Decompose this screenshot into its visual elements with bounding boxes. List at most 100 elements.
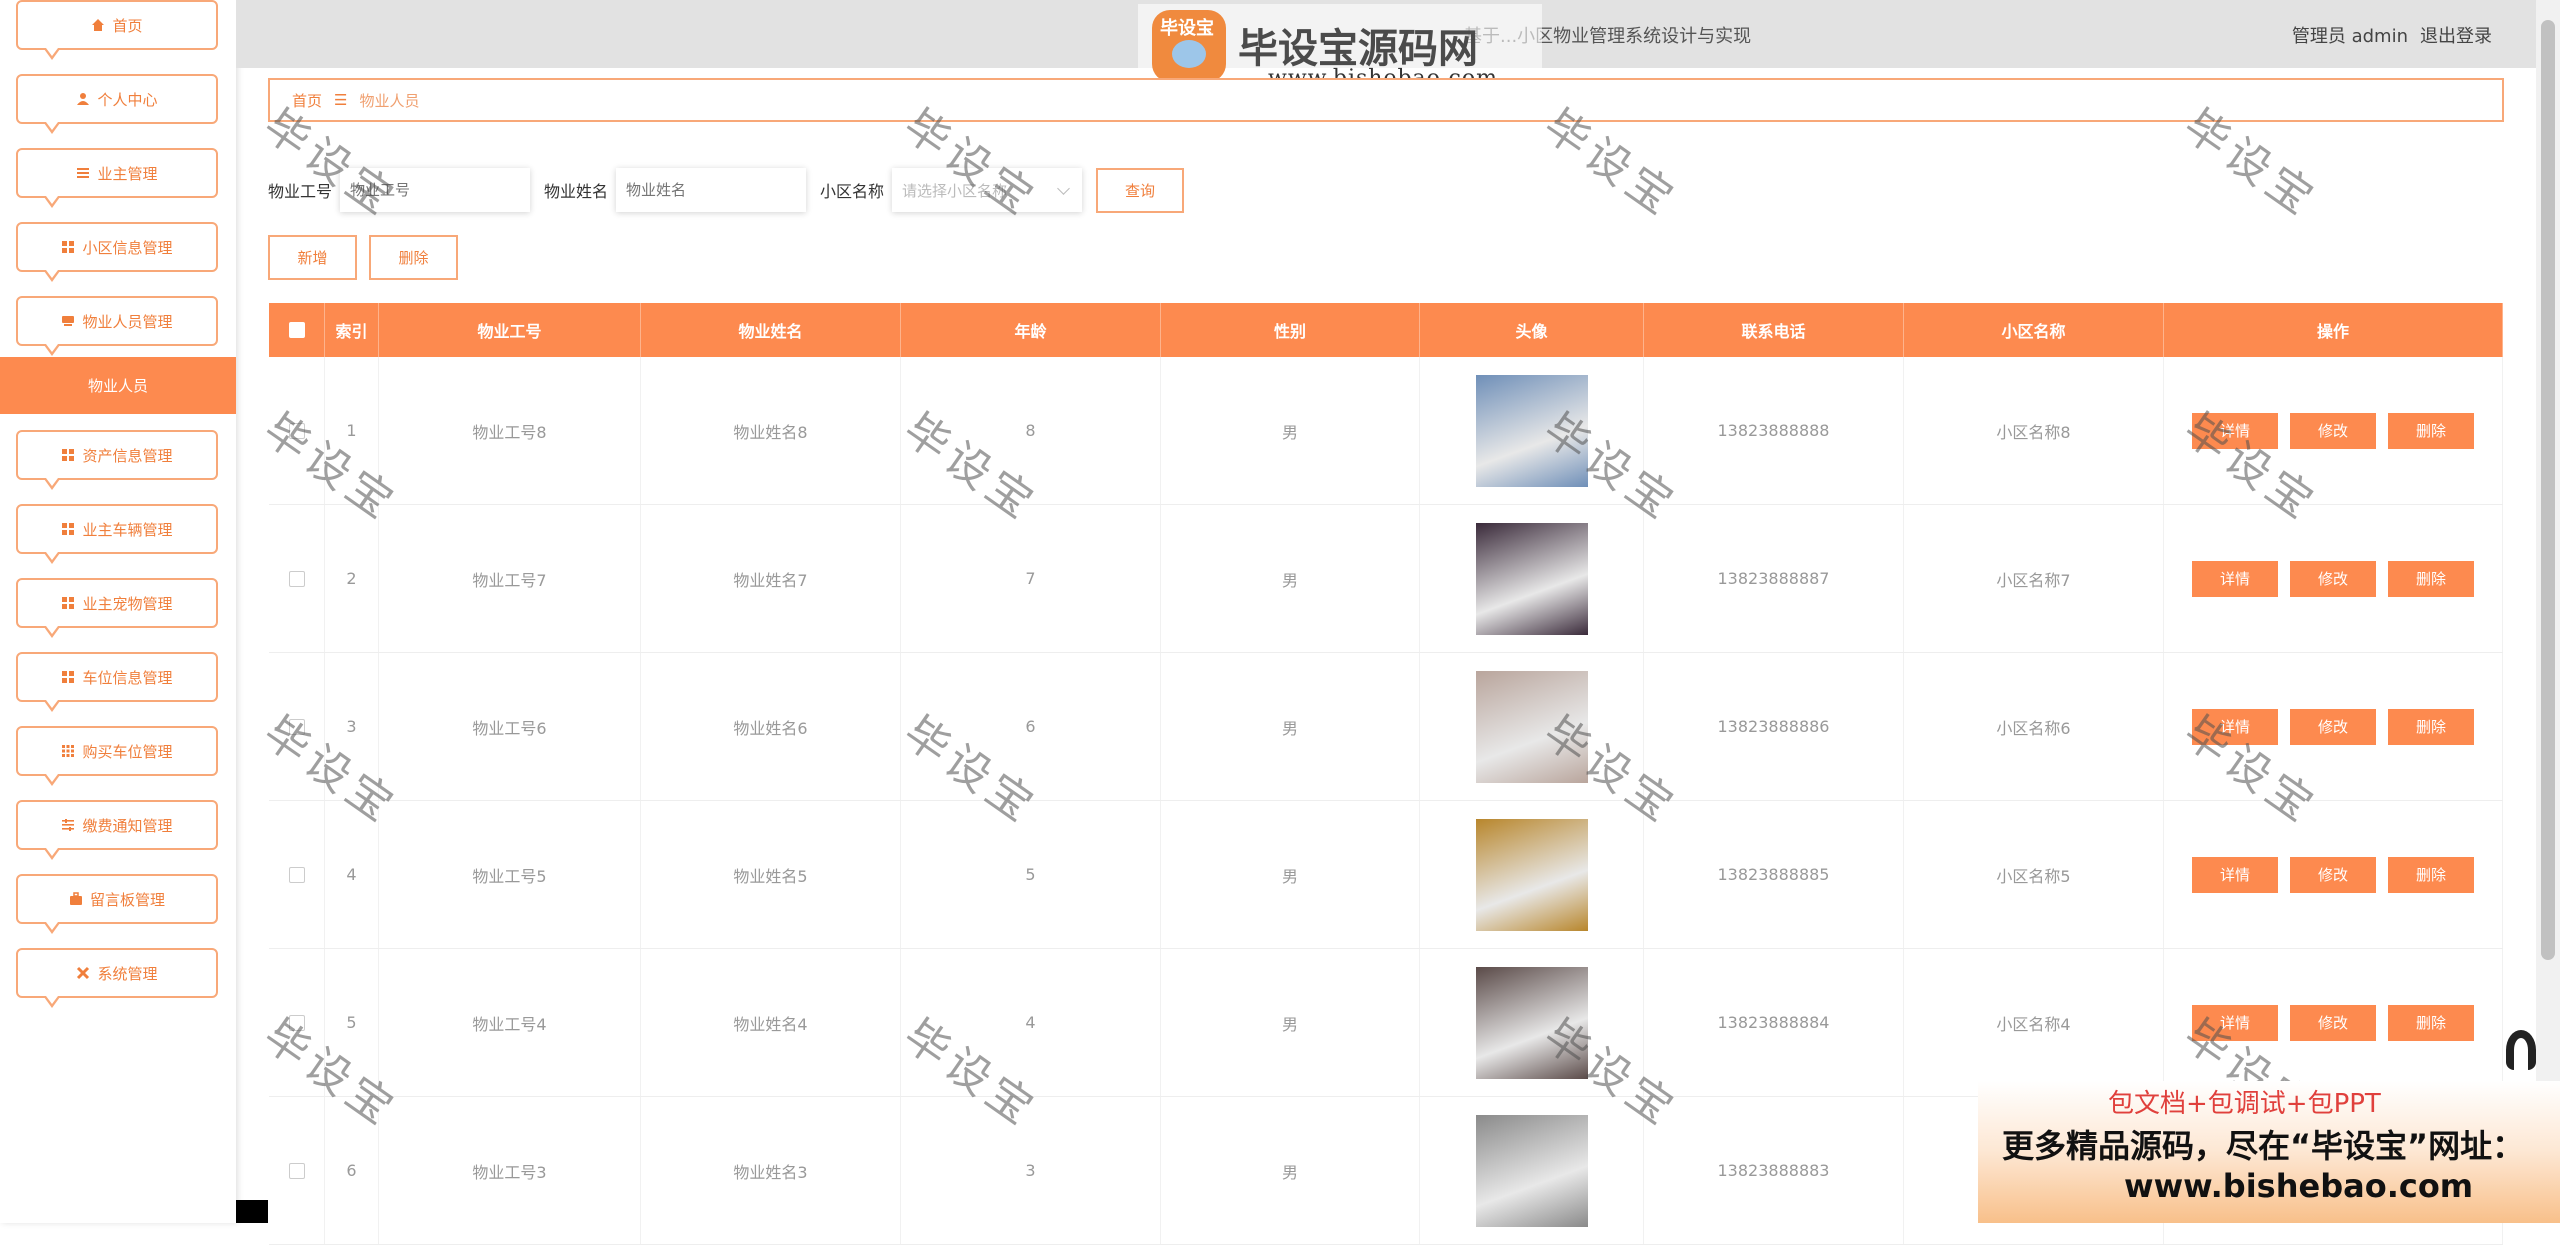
sidebar-item-0[interactable]: 首页 (16, 0, 218, 60)
cell-age: 7 (901, 505, 1161, 652)
edit-button[interactable]: 修改 (2290, 708, 2376, 745)
detail-button[interactable]: 详情 (2192, 708, 2278, 745)
query-button[interactable]: 查询 (1096, 167, 1185, 213)
sidebar-item-label: 物业人员管理 (82, 312, 173, 331)
sidebar-item-7[interactable]: 业主宠物管理 (16, 578, 218, 638)
area-name-label: 小区名称 (820, 182, 885, 201)
cell-ops: 详情修改删除 (2164, 801, 2503, 948)
sidebar-item-2[interactable]: 业主管理 (16, 148, 218, 208)
cell-name: 物业姓名3 (641, 1097, 901, 1244)
row-select-cell (269, 1097, 325, 1244)
sliders-icon (61, 818, 75, 832)
edit-button[interactable]: 修改 (2290, 412, 2376, 449)
table-row: 3 物业工号6 物业姓名6 6 男 13823888886 小区名称6 详情 修改 删除 (269, 653, 2503, 801)
cell-ops: 详情修改删除 (2164, 949, 2503, 1096)
row-checkbox[interactable] (288, 718, 305, 735)
column-header: 年龄 (901, 303, 1161, 357)
scrollbar-thumb[interactable] (2541, 20, 2555, 960)
row-checkbox[interactable] (288, 866, 305, 883)
sidebar-item-9[interactable]: 购买车位管理 (16, 726, 218, 786)
logout-link[interactable]: 退出登录 (2420, 26, 2492, 47)
detail-button[interactable]: 详情 (2192, 560, 2278, 597)
column-header: 操作 (2164, 303, 2503, 357)
sidebar-item-12[interactable]: 系统管理 (16, 948, 218, 1008)
sidebar-item-8[interactable]: 车位信息管理 (16, 652, 218, 712)
bulk-delete-button[interactable]: 删除 (369, 235, 458, 280)
sidebar-item-label: 首页 (112, 16, 143, 35)
cell-index: 2 (325, 505, 379, 652)
detail-button[interactable]: 详情 (2192, 856, 2278, 893)
cell-id: 物业工号8 (379, 357, 641, 504)
sidebar-item-label: 缴费通知管理 (82, 816, 173, 835)
sidebar-item-3[interactable]: 小区信息管理 (16, 222, 218, 282)
column-header: 索引 (325, 303, 379, 357)
action-bar: 新增 删除 (268, 235, 470, 280)
delete-button[interactable]: 删除 (2388, 560, 2474, 597)
sidebar-item-label: 业主管理 (97, 164, 158, 183)
cell-id: 物业工号5 (379, 801, 641, 948)
edit-button[interactable]: 修改 (2290, 560, 2376, 597)
cell-name: 物业姓名5 (641, 801, 901, 948)
row-checkbox[interactable] (288, 1162, 305, 1179)
cell-gender: 男 (1161, 653, 1420, 800)
cell-name: 物业姓名8 (641, 357, 901, 504)
breadcrumb: 首页 ☰ 物业人员 (268, 78, 2504, 122)
area-name-select[interactable]: 请选择小区名称 (892, 168, 1083, 212)
delete-button[interactable]: 删除 (2388, 856, 2474, 893)
staff-id-input[interactable] (340, 168, 531, 212)
edit-button[interactable]: 修改 (2290, 856, 2376, 893)
row-checkbox[interactable] (288, 570, 305, 587)
cell-avatar (1420, 505, 1644, 652)
cell-area: 小区名称4 (1904, 949, 2164, 1096)
cell-gender: 男 (1161, 801, 1420, 948)
page-scrollbar[interactable] (2536, 0, 2560, 1223)
table-row: 1 物业工号8 物业姓名8 8 男 13823888888 小区名称8 详情 修改 删除 (269, 357, 2503, 505)
avatar (1475, 1114, 1588, 1227)
column-header: 性别 (1161, 303, 1420, 357)
sidebar-item-10[interactable]: 缴费通知管理 (16, 800, 218, 860)
avatar (1475, 966, 1588, 1079)
row-select-cell (269, 653, 325, 800)
add-button[interactable]: 新增 (268, 235, 357, 280)
sidebar-item-1[interactable]: 个人中心 (16, 74, 218, 134)
delete-button[interactable]: 删除 (2388, 708, 2474, 745)
cell-area: 小区名称6 (1904, 653, 2164, 800)
edit-button[interactable]: 修改 (2290, 1004, 2376, 1041)
staff-id-label: 物业工号 (268, 182, 333, 201)
grid-icon (61, 596, 75, 610)
sidebar-item-4[interactable]: 物业人员管理 (16, 296, 218, 356)
cell-phone: 13823888885 (1644, 801, 1904, 948)
cell-ops: 详情修改删除 (2164, 505, 2503, 652)
delete-button[interactable]: 删除 (2388, 412, 2474, 449)
sidebar: 首页个人中心业主管理小区信息管理物业人员管理资产信息管理 业主车辆管理 业主宠物管理… (0, 0, 236, 1223)
avatar (1475, 818, 1588, 931)
select-all-checkbox[interactable] (288, 322, 305, 338)
cell-index: 4 (325, 801, 379, 948)
row-checkbox[interactable] (288, 422, 305, 439)
cell-index: 5 (325, 949, 379, 1096)
cell-phone: 13823888887 (1644, 505, 1904, 652)
staff-name-input[interactable] (616, 168, 807, 212)
cross-icon (76, 966, 90, 980)
delete-button[interactable]: 删除 (2388, 1004, 2474, 1041)
row-checkbox[interactable] (288, 1014, 305, 1031)
sidebar-item-label: 留言板管理 (89, 890, 165, 909)
cell-gender: 男 (1161, 505, 1420, 652)
home-icon (91, 18, 105, 32)
cell-name: 物业姓名7 (641, 505, 901, 652)
cell-name: 物业姓名6 (641, 653, 901, 800)
sidebar-item-11[interactable]: 留言板管理 (16, 874, 218, 934)
cell-age: 5 (901, 801, 1161, 948)
cell-id: 物业工号7 (379, 505, 641, 652)
sidebar-item-5[interactable]: 资产信息管理 (16, 430, 218, 490)
cell-id: 物业工号4 (379, 949, 641, 1096)
sidebar-subitem-staff[interactable]: 物业人员 (0, 357, 236, 414)
cell-gender: 男 (1161, 357, 1420, 504)
cell-index: 6 (325, 1097, 379, 1244)
user-icon (76, 92, 90, 106)
breadcrumb-home[interactable]: 首页 (292, 90, 322, 111)
sidebar-item-6[interactable]: 业主车辆管理 (16, 504, 218, 564)
cell-age: 8 (901, 357, 1161, 504)
detail-button[interactable]: 详情 (2192, 412, 2278, 449)
detail-button[interactable]: 详情 (2192, 1004, 2278, 1041)
